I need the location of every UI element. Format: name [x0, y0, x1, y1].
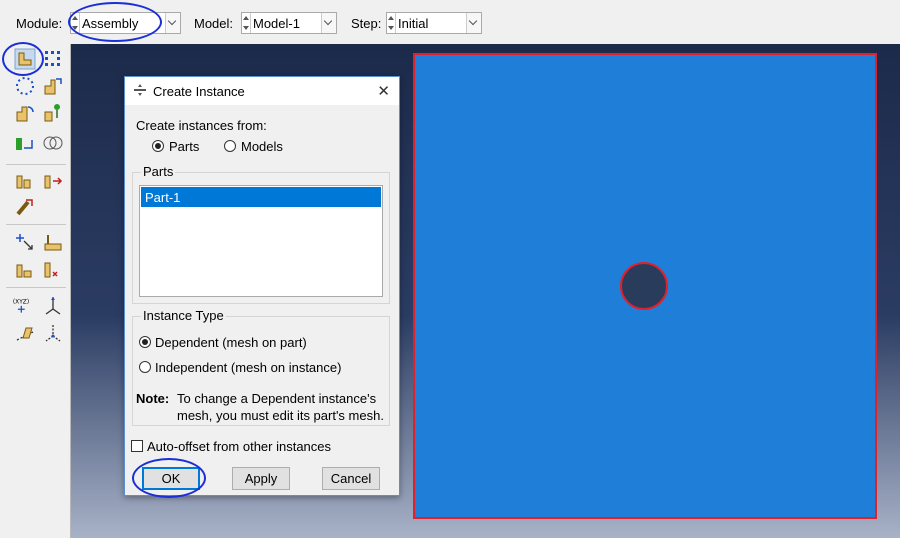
model-combo[interactable]: Model-1: [241, 12, 337, 34]
note-text-line2: mesh, you must edit its part's mesh.: [177, 408, 384, 423]
annotation-circle-create-instance: [2, 42, 44, 76]
step-value: Initial: [398, 16, 429, 31]
auto-offset-checkbox[interactable]: [131, 440, 143, 452]
contact-icon[interactable]: [42, 231, 64, 253]
step-combo[interactable]: Initial: [386, 12, 482, 34]
merge-cut-icon[interactable]: [14, 132, 36, 154]
radio-models-label[interactable]: Models: [241, 139, 283, 154]
assembly-toolbox: (XYZ): [0, 44, 71, 538]
svg-text:(XYZ): (XYZ): [13, 299, 29, 305]
position-constraint-icon[interactable]: [42, 258, 64, 280]
radio-models[interactable]: [224, 140, 236, 152]
list-item[interactable]: Part-1: [141, 187, 381, 207]
step-label: Step:: [351, 16, 382, 31]
translate-to-icon[interactable]: [42, 102, 64, 124]
part-hole: [620, 262, 668, 310]
annotation-circle-ok: [132, 458, 206, 498]
radio-dependent-label[interactable]: Dependent (mesh on part): [155, 335, 307, 350]
list-item-label: Part-1: [145, 190, 181, 205]
datum-axis-icon[interactable]: [42, 294, 64, 316]
coincident-point-icon[interactable]: [14, 258, 36, 280]
translate-instance-icon[interactable]: [42, 75, 64, 97]
parts-group-legend: Parts: [141, 164, 176, 179]
create-from-label: Create instances from:: [136, 118, 267, 133]
datum-csys-icon[interactable]: [42, 322, 64, 344]
dialog-app-icon: [134, 84, 146, 96]
edge-to-edge-icon[interactable]: [14, 196, 36, 218]
model-spinner-icon[interactable]: [242, 13, 251, 33]
radial-pattern-icon[interactable]: [14, 75, 36, 97]
boolean-icon[interactable]: [42, 132, 64, 154]
parallel-face-icon[interactable]: [14, 169, 36, 191]
chevron-down-icon[interactable]: [466, 13, 481, 33]
linear-pattern-icon[interactable]: [42, 48, 64, 70]
rotate-instance-icon[interactable]: [14, 102, 36, 124]
instance-type-legend: Instance Type: [141, 308, 226, 323]
radio-parts-label[interactable]: Parts: [169, 139, 199, 154]
model-value: Model-1: [253, 16, 300, 31]
auto-offset-label[interactable]: Auto-offset from other instances: [147, 439, 331, 454]
radio-independent-label[interactable]: Independent (mesh on instance): [155, 360, 341, 375]
datum-plane-icon[interactable]: [14, 322, 36, 344]
step-spinner-icon[interactable]: [387, 13, 396, 33]
apply-button[interactable]: Apply: [232, 467, 290, 490]
radio-parts[interactable]: [152, 140, 164, 152]
close-icon[interactable]: ✕: [377, 82, 390, 100]
datum-point-icon[interactable]: (XYZ): [12, 294, 34, 316]
note-label: Note:: [136, 391, 170, 406]
radio-independent[interactable]: [139, 361, 151, 373]
dialog-title-bar[interactable]: Create Instance ✕: [125, 77, 399, 105]
module-label: Module:: [16, 16, 63, 31]
radio-dependent[interactable]: [139, 336, 151, 348]
coaxial-icon[interactable]: [14, 231, 36, 253]
model-label: Model:: [194, 16, 234, 31]
parts-listbox[interactable]: Part-1: [139, 185, 383, 297]
chevron-down-icon[interactable]: [165, 13, 180, 33]
chevron-down-icon[interactable]: [321, 13, 336, 33]
annotation-circle-module: [68, 2, 162, 42]
note-text-line1: To change a Dependent instance's: [177, 391, 377, 406]
dialog-title: Create Instance: [153, 84, 245, 99]
cancel-button[interactable]: Cancel: [322, 467, 380, 490]
face-to-face-icon[interactable]: [42, 169, 64, 191]
